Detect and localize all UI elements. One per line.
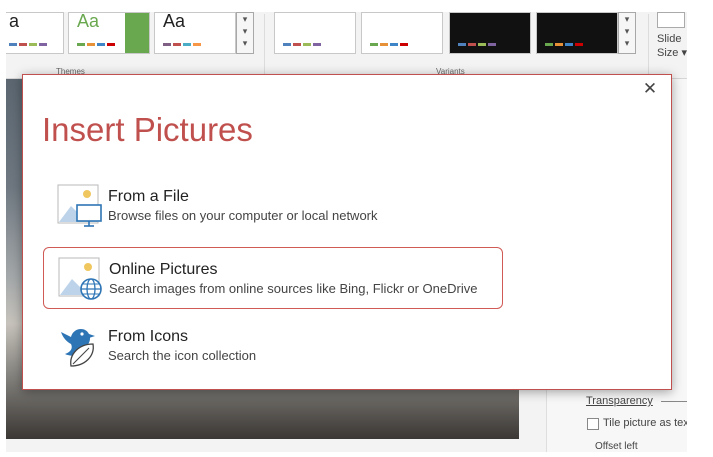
- variants-gallery-scroll[interactable]: ▾ ▾ ▾: [618, 12, 636, 54]
- variant-thumb-4[interactable]: [536, 12, 618, 54]
- option-title: From a File: [108, 188, 189, 205]
- insert-pictures-dialog: ✕ Insert Pictures From a File Browse fil…: [22, 74, 672, 390]
- variant-thumb-1[interactable]: [274, 12, 356, 54]
- from-icons-option[interactable]: From Icons Search the icon collection: [43, 315, 501, 375]
- variant-thumb-3[interactable]: [449, 12, 531, 54]
- theme-thumb-1[interactable]: a: [6, 12, 64, 54]
- option-title: From Icons: [108, 328, 189, 345]
- slide-size-label: Slide: [657, 33, 682, 45]
- theme-sample-text: Aa: [77, 12, 100, 31]
- group-divider: [648, 14, 649, 76]
- option-title: Online Pictures: [109, 261, 218, 278]
- tile-picture-label: Tile picture as tex: [603, 417, 687, 429]
- option-description: Search the icon collection: [108, 348, 257, 363]
- dialog-title: Insert Pictures: [42, 111, 253, 148]
- option-description: Browse files on your computer or local n…: [108, 208, 378, 223]
- online-pictures-option[interactable]: Online Pictures Search images from onlin…: [43, 247, 503, 309]
- themes-gallery-scroll[interactable]: ▾ ▾ ▾: [236, 12, 254, 54]
- theme-thumb-3[interactable]: Aa: [154, 12, 236, 54]
- slide-size-label: Size ▾: [657, 47, 687, 59]
- slide-size-icon: [657, 12, 685, 28]
- transparency-slider[interactable]: [661, 401, 687, 402]
- tile-picture-checkbox[interactable]: [587, 418, 599, 430]
- transparency-label: Transparency: [586, 395, 653, 407]
- picture-globe-icon: [58, 257, 102, 300]
- theme-sample-text: Aa: [163, 12, 186, 31]
- theme-thumb-2[interactable]: Aa: [68, 12, 150, 54]
- picture-monitor-icon: [57, 184, 102, 227]
- theme-sample-text: a: [9, 12, 20, 31]
- slide-size-button[interactable]: Slide Size ▾: [657, 32, 687, 60]
- bird-leaf-icon: [61, 328, 95, 367]
- variant-thumb-2[interactable]: [361, 12, 443, 54]
- group-divider: [264, 14, 265, 76]
- offset-left-label: Offset left: [595, 441, 638, 452]
- option-description: Search images from online sources like B…: [109, 281, 478, 296]
- from-a-file-option[interactable]: From a File Browse files on your compute…: [43, 175, 501, 235]
- close-button[interactable]: ✕: [641, 80, 659, 98]
- design-ribbon: a Aa Aa ▾ ▾ ▾ Themes ▾ ▾ ▾ Variants Slid…: [6, 12, 687, 79]
